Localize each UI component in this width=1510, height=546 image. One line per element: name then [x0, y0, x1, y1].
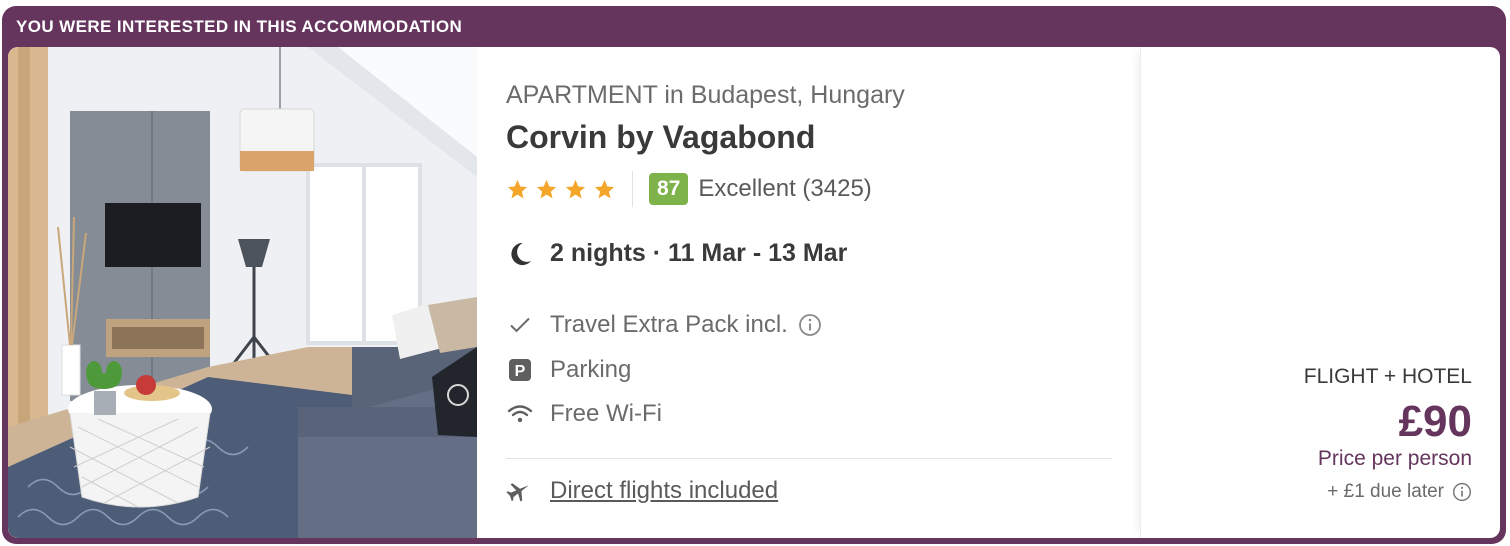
star-icon	[507, 179, 528, 198]
hotel-name[interactable]: Corvin by Vagabond	[506, 119, 815, 156]
accommodation-type: APARTMENT in Budapest, Hungary	[506, 81, 905, 109]
hotel-info: APARTMENT in Budapest, Hungary Corvin by…	[506, 47, 1116, 538]
svg-text:P: P	[515, 363, 526, 380]
hotel-photo[interactable]	[8, 47, 477, 538]
airplane-icon	[506, 483, 529, 502]
parking-icon: P	[506, 356, 534, 384]
stay-dates-text: 2 nights · 11 Mar - 13 Mar	[550, 239, 848, 267]
star-icon	[594, 179, 615, 198]
card-body[interactable]: APARTMENT in Budapest, Hungary Corvin by…	[8, 47, 1500, 538]
price-panel[interactable]: FLIGHT + HOTEL £90 Price per person + £1…	[1140, 47, 1500, 538]
star-rating	[506, 171, 633, 207]
feature-parking: P Parking	[506, 356, 631, 384]
feature-travel-extra: Travel Extra Pack incl.	[506, 311, 822, 339]
price-value: £90	[1398, 397, 1472, 446]
feature-label: Travel Extra Pack incl.	[550, 311, 788, 338]
review-score-badge: 87	[649, 173, 689, 205]
due-later-text: + £1 due later	[1327, 481, 1444, 502]
flights-row[interactable]: Direct flights included	[506, 477, 778, 505]
moon-icon	[511, 242, 532, 265]
feature-wifi: Free Wi-Fi	[506, 400, 662, 428]
review-score-label: Excellent (3425)	[698, 175, 872, 202]
package-type: FLIGHT + HOTEL	[1303, 365, 1472, 388]
feature-label: Parking	[550, 356, 632, 383]
star-icon	[536, 179, 557, 198]
stay-dates: 2 nights · 11 Mar - 13 Mar	[506, 239, 847, 268]
direct-flights-link[interactable]: Direct flights included	[550, 477, 778, 505]
divider	[506, 458, 1112, 459]
accommodation-card[interactable]: YOU WERE INTERESTED IN THIS ACCOMMODATIO…	[2, 6, 1506, 544]
check-icon	[506, 311, 534, 339]
rating-row: 87 Excellent (3425)	[506, 171, 872, 207]
price-per-person: Price per person	[1317, 447, 1472, 470]
due-later-row: + £1 due later	[1327, 481, 1472, 503]
feature-label: Free Wi-Fi	[550, 400, 662, 427]
info-icon[interactable]	[1452, 482, 1472, 502]
info-icon[interactable]	[798, 313, 822, 337]
interest-banner: YOU WERE INTERESTED IN THIS ACCOMMODATIO…	[16, 17, 463, 36]
star-icon	[565, 179, 586, 198]
wifi-icon	[506, 400, 534, 428]
